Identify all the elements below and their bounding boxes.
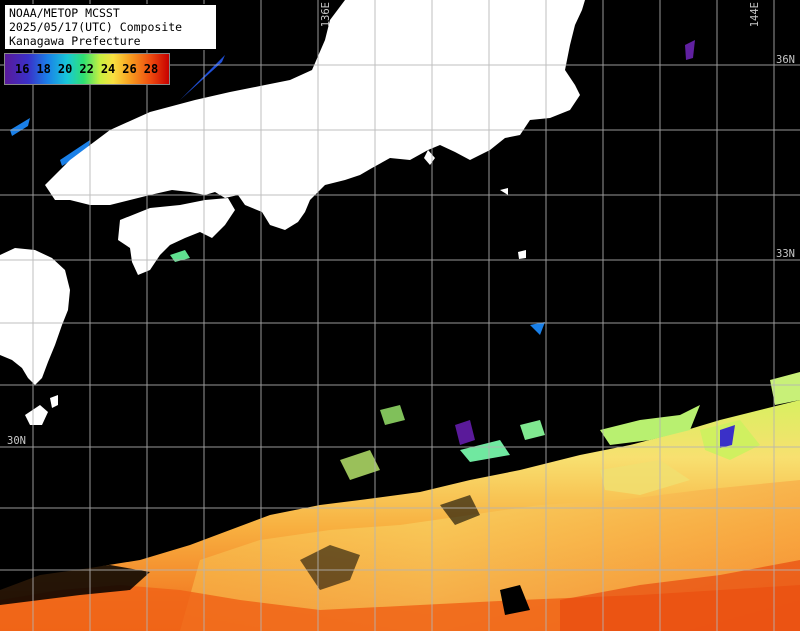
latitude-label-30n: 30N [7, 435, 26, 447]
longitude-label-144e: 144E [749, 2, 761, 28]
colorbar-label: 20 [57, 62, 73, 76]
title-box: NOAA/METOP MCSST 2025/05/17(UTC) Composi… [4, 4, 217, 50]
latitude-label-36n: 36N [776, 54, 795, 66]
colorbar-label: 22 [79, 62, 94, 76]
colorbar-labels: 16 18 20 22 24 26 28 [15, 62, 158, 76]
colorbar-label: 18 [36, 62, 51, 76]
sst-map [0, 0, 800, 631]
colorbar-label: 28 [143, 62, 159, 76]
title-date: 2025/05/17(UTC) Composite [9, 20, 183, 34]
temperature-colorbar: 16 18 20 22 24 26 28 [4, 53, 170, 85]
title-region: Kanagawa Prefecture [9, 34, 141, 48]
title-source: NOAA/METOP MCSST [9, 6, 120, 20]
colorbar-label: 24 [100, 62, 116, 76]
colorbar-label: 16 [15, 62, 30, 76]
colorbar-label: 26 [122, 62, 137, 76]
longitude-label-136e: 136E [320, 2, 332, 28]
latitude-label-33n: 33N [776, 248, 795, 260]
